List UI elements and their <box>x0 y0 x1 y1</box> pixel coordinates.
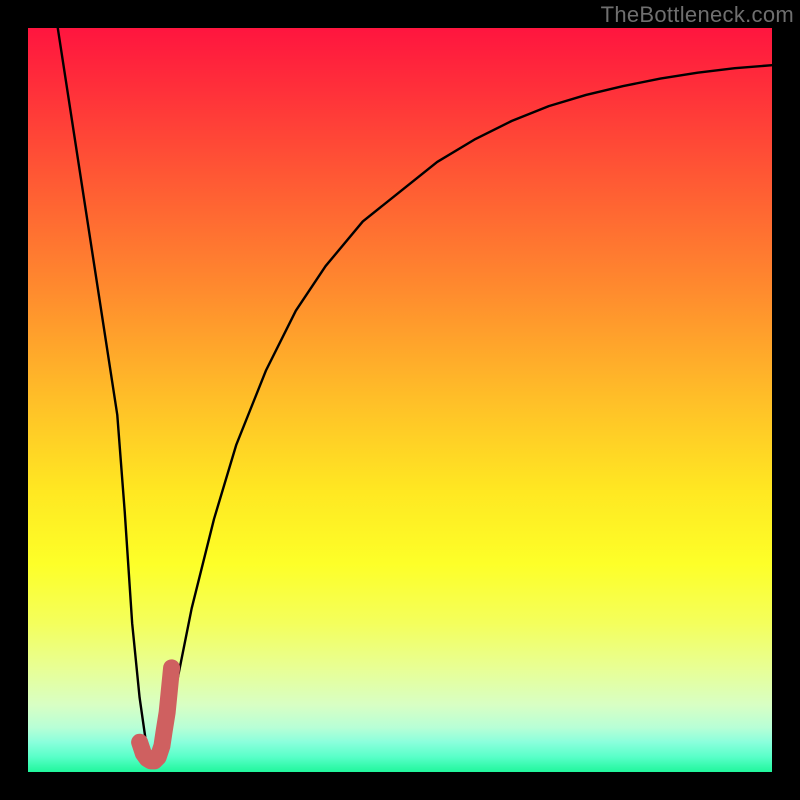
curves-svg <box>28 28 772 772</box>
bottleneck-curve <box>58 28 772 765</box>
watermark-text: TheBottleneck.com <box>601 2 794 28</box>
plot-area <box>28 28 772 772</box>
chart-container: TheBottleneck.com <box>0 0 800 800</box>
highlight-segment <box>140 668 172 761</box>
